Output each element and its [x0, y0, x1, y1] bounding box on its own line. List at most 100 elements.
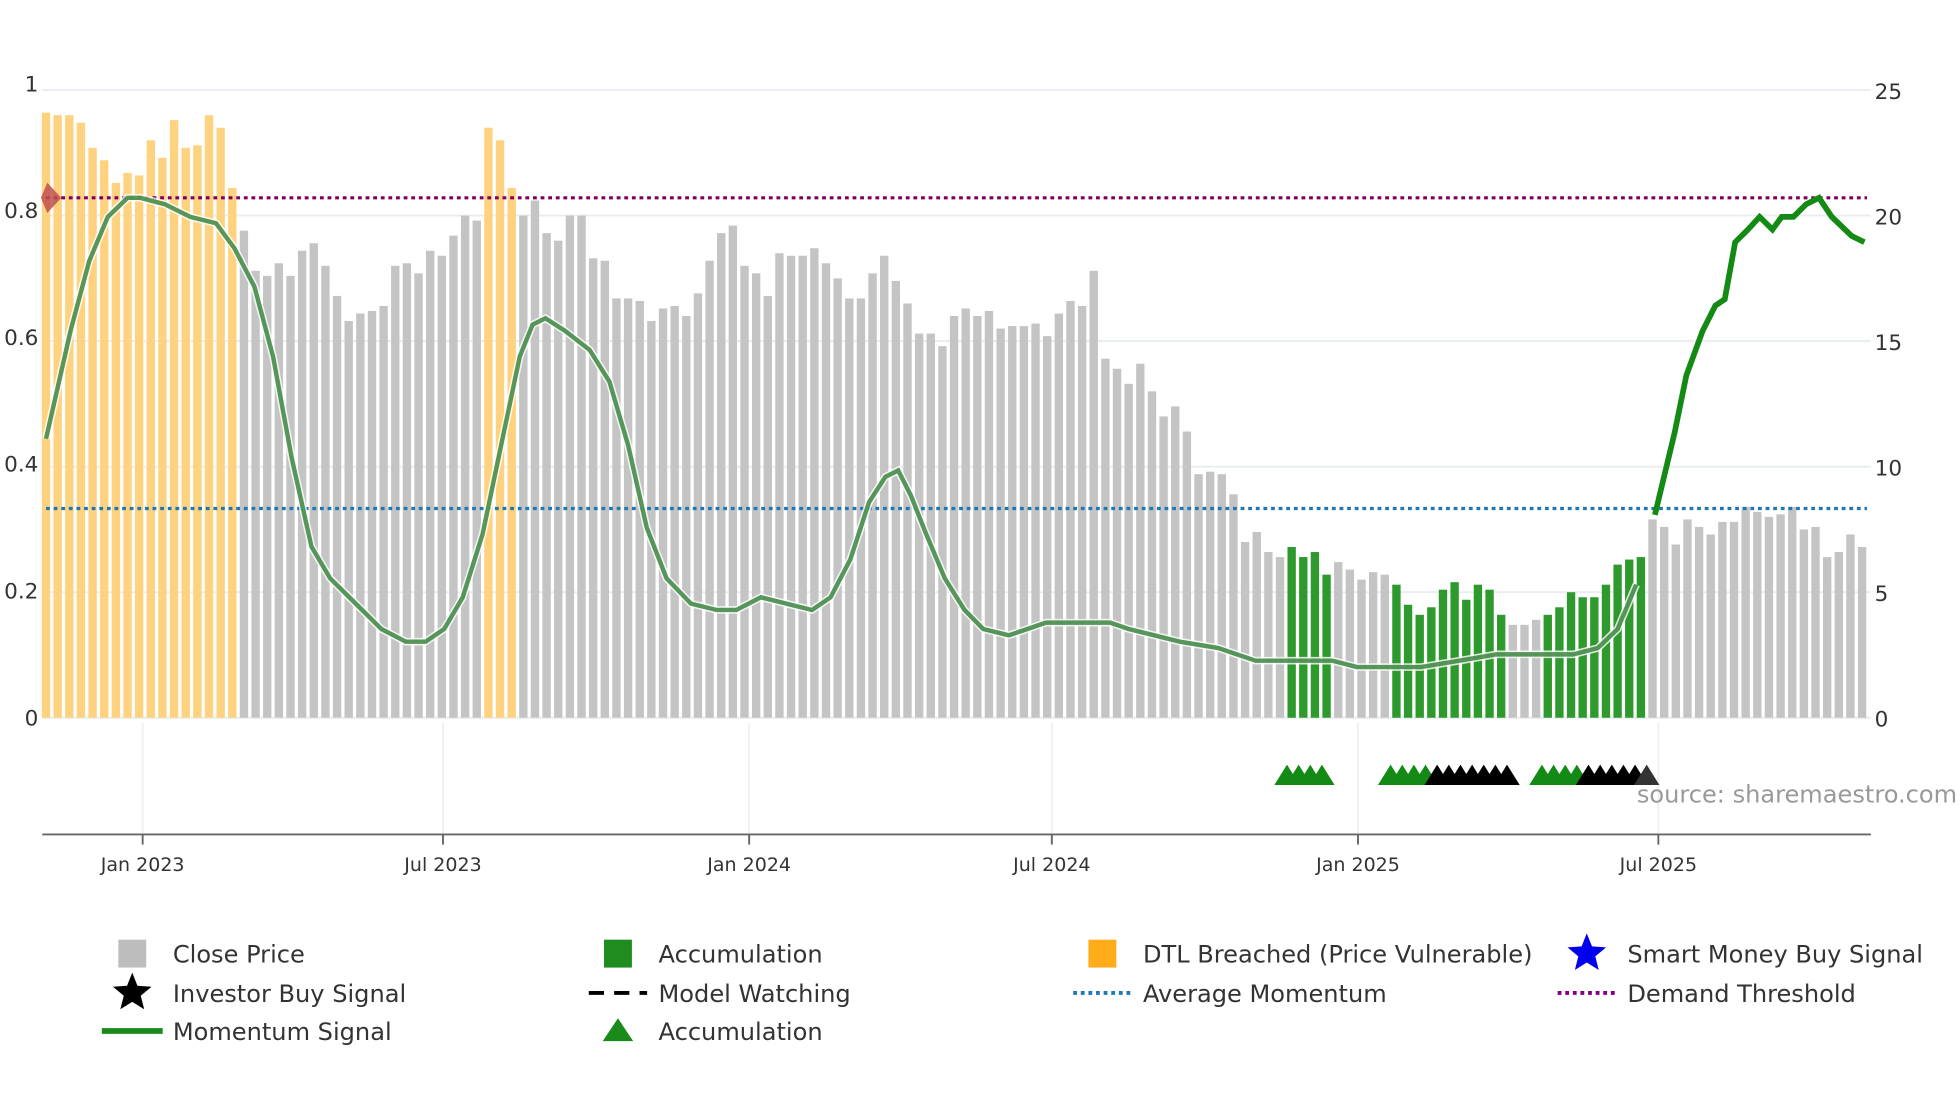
bar-dtl: [507, 187, 516, 718]
bar-close: [891, 280, 901, 718]
left-tick-label: 0.2: [4, 580, 38, 605]
bar-close: [1334, 562, 1343, 718]
legend-label: Investor Buy Signal: [173, 980, 406, 1008]
bar-dtl: [111, 182, 121, 718]
bar-dtl: [88, 147, 97, 718]
legend-item[interactable]: Close Price: [118, 939, 305, 969]
bar-close: [1776, 514, 1785, 718]
bar-dtl: [123, 172, 132, 718]
bar-close: [1008, 326, 1017, 718]
bar-close: [810, 248, 819, 718]
legend-label: Model Watching: [659, 980, 851, 1008]
bar-dtl: [134, 175, 144, 718]
bar-close: [460, 215, 470, 718]
bar-close: [1357, 579, 1366, 718]
bar-close: [705, 260, 714, 718]
bar-close: [1368, 572, 1378, 718]
legend-label: Smart Money Buy Signal: [1627, 941, 1923, 969]
legend-label: Average Momentum: [1143, 980, 1387, 1008]
left-tick-label: 0: [25, 706, 39, 731]
bar-close: [367, 310, 377, 718]
legend-item[interactable]: Smart Money Buy Signal: [1567, 933, 1923, 970]
bar-close: [740, 265, 749, 718]
bar-close: [321, 265, 330, 718]
bar-close: [1380, 574, 1389, 718]
legend-item[interactable]: Investor Buy Signal: [112, 972, 406, 1010]
right-tick-label: 20: [1875, 205, 1902, 230]
bar-close: [1345, 569, 1355, 718]
bar-acc: [1473, 584, 1483, 718]
x-tick-label: Jan 2025: [1315, 854, 1400, 876]
legend-item[interactable]: DTL Breached (Price Vulnerable): [1088, 939, 1533, 969]
legend-label: DTL Breached (Price Vulnerable): [1143, 941, 1533, 969]
source-label: source: sharemaestro.com: [1637, 781, 1957, 809]
legend-item[interactable]: Accumulation: [602, 1018, 823, 1046]
bar-close: [1822, 557, 1832, 718]
bar-close: [472, 220, 481, 718]
bar-close: [274, 263, 284, 718]
bar-dtl: [193, 145, 202, 718]
bar-acc: [1450, 582, 1459, 718]
legend-triangle-icon: [602, 1018, 634, 1042]
bar-close: [763, 295, 772, 718]
bar-acc: [1392, 584, 1401, 718]
bar-close: [332, 295, 342, 718]
bar-close: [961, 308, 970, 718]
bar-close: [565, 215, 575, 718]
bar-close: [670, 305, 679, 718]
bar-close: [728, 225, 738, 718]
bar-dtl: [484, 127, 493, 718]
bar-close: [1659, 526, 1669, 718]
legend-item[interactable]: Accumulation: [604, 939, 823, 969]
bar-close: [1101, 358, 1110, 718]
bar-close: [426, 250, 435, 718]
bar-close: [658, 308, 668, 718]
bar-close: [693, 293, 703, 718]
bar-close: [1043, 336, 1052, 718]
bar-acc: [1625, 559, 1634, 718]
bar-close: [1252, 531, 1261, 718]
signal-markers: [1274, 764, 1660, 785]
bar-close: [1694, 526, 1704, 718]
bar-close: [1764, 516, 1774, 718]
legend-square-icon: [604, 939, 632, 968]
bar-close: [1683, 519, 1692, 718]
x-tick-label: Jul 2025: [1619, 854, 1697, 876]
bar-close: [1112, 368, 1122, 718]
legend-star-icon: [1567, 933, 1607, 970]
bar-close: [379, 305, 388, 718]
bar-close: [1857, 547, 1867, 718]
bar-close: [449, 235, 458, 718]
bar-close: [437, 255, 447, 718]
bar-close: [717, 233, 726, 718]
bar-close: [786, 255, 796, 718]
bar-close: [1753, 511, 1762, 718]
legend-star-icon: [112, 972, 152, 1010]
bar-close: [1671, 544, 1681, 718]
legend-item[interactable]: Model Watching: [588, 980, 851, 1008]
bar-dtl: [204, 115, 214, 718]
right-axis: 0 5 10 15 20 25: [1875, 80, 1902, 733]
bar-close: [821, 263, 831, 718]
bar-close: [309, 243, 318, 718]
bar-close: [1531, 619, 1541, 718]
bar-close: [938, 346, 947, 718]
bar-close: [833, 278, 842, 718]
bar-close: [1729, 521, 1739, 718]
bar-close: [949, 316, 959, 718]
bar-acc: [1613, 564, 1622, 718]
bar-acc: [1403, 604, 1413, 718]
bar-acc: [1497, 614, 1506, 718]
legend-item[interactable]: Average Momentum: [1073, 980, 1387, 1008]
legend-item[interactable]: Momentum Signal: [101, 1018, 392, 1046]
bar-close: [1788, 506, 1797, 718]
bar-close: [903, 303, 912, 718]
bar-close: [1019, 326, 1029, 718]
bar-close: [1520, 624, 1529, 718]
bar-dtl: [216, 127, 225, 718]
bar-close: [239, 230, 249, 718]
bar-close: [1264, 552, 1273, 718]
bar-close: [588, 258, 598, 718]
bar-acc: [1543, 614, 1552, 718]
legend-item[interactable]: Demand Threshold: [1557, 980, 1856, 1008]
